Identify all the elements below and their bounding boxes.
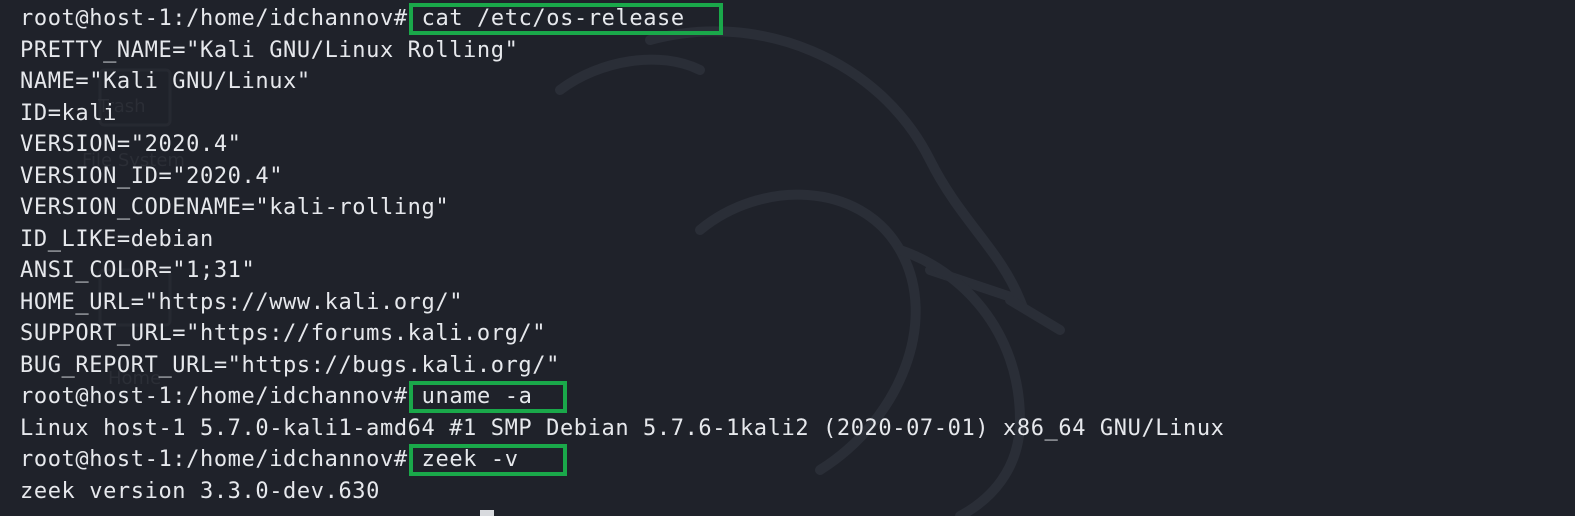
text-cursor xyxy=(480,510,494,516)
highlighted-command: cat /etc/os-release xyxy=(408,3,723,35)
output-line: ANSI_COLOR="1;31" xyxy=(20,258,256,283)
prompt-line: root@host-1:/home/idchannov# uname -a xyxy=(20,381,1225,413)
terminal-window[interactable]: Trash File System Home root@host-1:/home… xyxy=(0,0,1575,516)
output-line: SUPPORT_URL="https://forums.kali.org/" xyxy=(20,321,547,346)
output-line: VERSION="2020.4" xyxy=(20,132,242,157)
terminal-output[interactable]: root@host-1:/home/idchannov# cat /etc/os-… xyxy=(20,3,1225,507)
output-line: ID_LIKE=debian xyxy=(20,226,214,252)
output-line: VERSION_CODENAME="kali-rolling" xyxy=(20,195,450,220)
highlighted-command: uname -a xyxy=(408,381,567,413)
output-line: Linux host-1 5.7.0-kali1-amd64 #1 SMP De… xyxy=(20,415,1225,441)
output-line: NAME="Kali GNU/Linux" xyxy=(20,69,311,94)
output-line: VERSION_ID="2020.4" xyxy=(20,163,284,189)
highlighted-command: zeek -v xyxy=(408,444,567,476)
output-line: ID=kali xyxy=(20,100,117,126)
shell-prompt: root@host-1:/home/idchannov# xyxy=(20,6,408,31)
prompt-line: root@host-1:/home/idchannov# zeek -v xyxy=(20,444,1225,476)
shell-prompt: root@host-1:/home/idchannov# xyxy=(20,384,408,409)
shell-prompt: root@host-1:/home/idchannov# xyxy=(20,447,408,472)
output-line: zeek version 3.3.0-dev.630 xyxy=(20,478,380,504)
output-line: PRETTY_NAME="Kali GNU/Linux Rolling" xyxy=(20,37,519,63)
prompt-line: root@host-1:/home/idchannov# cat /etc/os-… xyxy=(20,3,1225,35)
output-line: BUG_REPORT_URL="https://bugs.kali.org/" xyxy=(20,352,560,378)
output-line: HOME_URL="https://www.kali.org/" xyxy=(20,289,464,315)
